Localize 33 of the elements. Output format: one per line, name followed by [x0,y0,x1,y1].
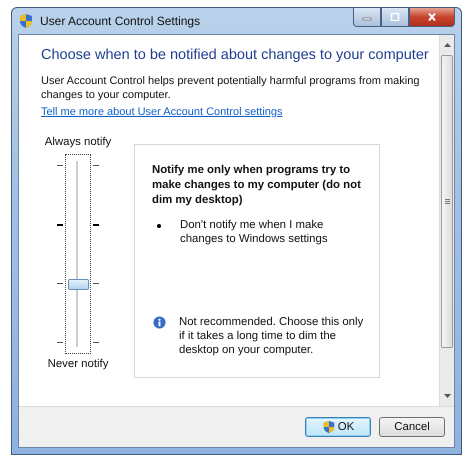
minimize-button[interactable] [353,8,381,27]
bullet-icon [157,224,161,228]
tick-mark [93,224,99,226]
setting-title: Notify me only when programs try to make changes to my computer (do not dim my desktop) [152,163,362,208]
ok-button[interactable]: OK [305,417,371,437]
help-link[interactable]: Tell me more about User Account Control settings [41,105,283,119]
cancel-button[interactable]: Cancel [379,417,445,437]
slider-label: Never notify [48,358,108,370]
scrollbar[interactable] [439,35,454,406]
close-icon [427,13,437,21]
scrollbar-thumb[interactable] [441,55,453,348]
tick-mark [93,342,99,343]
shield-icon [322,420,336,434]
scroll-down-icon[interactable] [444,394,450,398]
close-button[interactable] [409,8,455,27]
slider-thumb[interactable] [68,278,89,290]
tick-mark [57,283,63,284]
page-heading: Choose when to be notified about changes to your computer [41,47,430,63]
tick-mark [57,165,63,166]
window-title: User Account Control Settings [40,14,200,28]
shield-icon [18,13,34,29]
tick-mark [57,224,63,226]
warning-text: Not recommended. Choose this only if it takes a long time to dim the desktop on your computer. [179,315,364,357]
maximize-button[interactable] [381,8,409,27]
bullet-text: Don't notify me when I make changes to Windows settings [180,218,329,246]
scroll-up-icon[interactable] [444,43,450,47]
info-icon [153,316,166,329]
slider-label: Always notify [44,136,112,148]
tick-mark [93,165,99,166]
maximize-icon [390,13,400,21]
description-text: User Account Control helps prevent potentially harmful programs from making changes to your computer. [41,74,420,102]
tick-mark [93,283,99,284]
tick-mark [57,342,63,343]
